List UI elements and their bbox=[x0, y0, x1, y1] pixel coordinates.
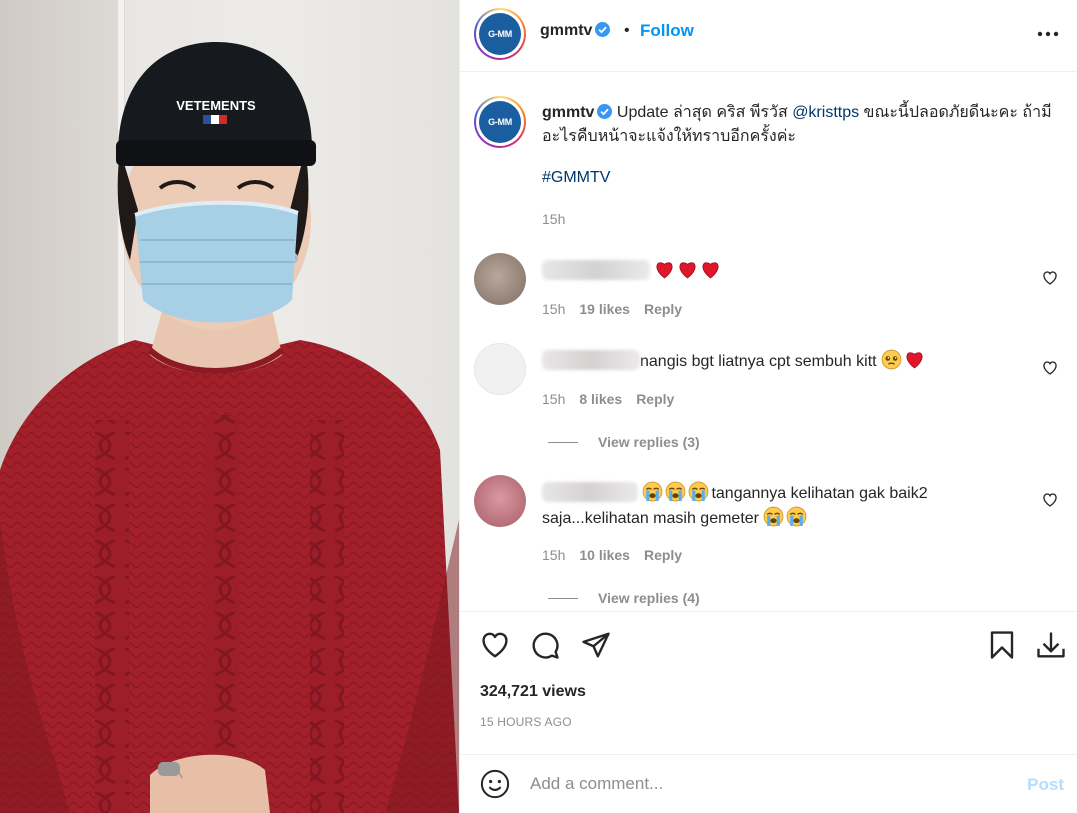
svg-text:VETEMENTS: VETEMENTS bbox=[176, 98, 256, 113]
comment-avatar[interactable] bbox=[474, 343, 526, 395]
comment-username-blurred[interactable] bbox=[542, 482, 638, 502]
post-comment-button[interactable]: Post bbox=[1027, 775, 1064, 795]
comment-username-blurred[interactable] bbox=[542, 350, 640, 370]
comment-likes[interactable]: 10 likes bbox=[579, 547, 630, 563]
like-heart-icon[interactable] bbox=[480, 630, 510, 660]
view-replies-label[interactable]: View replies (4) bbox=[598, 590, 700, 606]
view-count[interactable]: 324,721 views bbox=[480, 683, 586, 701]
crying-face-emoji-icon bbox=[764, 506, 784, 527]
hashtag-link[interactable]: #GMMTV bbox=[542, 169, 610, 187]
comment-username-blurred[interactable] bbox=[542, 260, 650, 280]
caption-text: gmmtv Update ล่าสุด คริส พีรวัส @kristtp… bbox=[542, 101, 1062, 149]
verified-badge-icon bbox=[597, 104, 613, 119]
more-options-icon[interactable] bbox=[1036, 24, 1060, 44]
reply-button[interactable]: Reply bbox=[636, 391, 674, 407]
caption-time[interactable]: 15h bbox=[542, 211, 565, 227]
heart-emoji-icon bbox=[680, 262, 696, 279]
view-replies-button[interactable]: View replies (3) bbox=[548, 434, 700, 450]
caption-body: Update ล่าสุด คริส พีรวัส bbox=[616, 104, 793, 121]
caption-username[interactable]: gmmtv bbox=[542, 104, 594, 121]
follow-button[interactable]: Follow bbox=[640, 21, 694, 41]
crying-face-emoji-icon bbox=[643, 481, 663, 502]
caption-avatar[interactable]: G-MM bbox=[474, 96, 526, 148]
replies-divider bbox=[548, 597, 578, 599]
post-media[interactable]: VETEMENTS bbox=[0, 0, 459, 813]
avatar[interactable]: G-MM bbox=[474, 8, 526, 60]
comment-likes[interactable]: 19 likes bbox=[579, 301, 630, 317]
gmmtv-logo: G-MM bbox=[479, 101, 521, 143]
comment-time[interactable]: 15h bbox=[542, 547, 565, 563]
save-bookmark-icon[interactable] bbox=[987, 630, 1017, 660]
comment-avatar[interactable] bbox=[474, 253, 526, 305]
emoji-picker-icon[interactable] bbox=[480, 769, 510, 799]
post-timestamp[interactable]: 15 HOURS AGO bbox=[480, 715, 572, 729]
header-username-group[interactable]: gmmtv bbox=[540, 22, 611, 40]
comment-likes[interactable]: 8 likes bbox=[579, 391, 622, 407]
comment-bubble-icon[interactable] bbox=[530, 630, 560, 660]
comment-time[interactable]: 15h bbox=[542, 391, 565, 407]
heart-emoji-icon bbox=[657, 262, 673, 279]
post-sidebar: G-MM gmmtv • Follow G-MM gmmtv Update ล่… bbox=[459, 0, 1077, 813]
comment-text-continued: saja...kelihatan masih gemeter bbox=[542, 510, 759, 527]
heart-emoji-icon bbox=[703, 262, 719, 279]
replies-divider bbox=[548, 441, 578, 443]
comments-list[interactable]: G-MM gmmtv Update ล่าสุด คริส พีรวัส @kr… bbox=[460, 73, 1077, 611]
pleading-face-emoji-icon bbox=[881, 349, 902, 370]
view-replies-label[interactable]: View replies (3) bbox=[598, 434, 700, 450]
post-actions: 324,721 views 15 HOURS AGO bbox=[460, 611, 1077, 754]
crying-face-emoji-icon bbox=[787, 506, 807, 527]
crying-face-emoji-icon bbox=[689, 481, 709, 502]
comment-meta: 15h 19 likes Reply bbox=[542, 301, 682, 317]
like-comment-heart-icon[interactable] bbox=[1042, 360, 1058, 376]
post-header: G-MM gmmtv • Follow bbox=[460, 0, 1077, 72]
person-figure: VETEMENTS bbox=[0, 42, 459, 813]
reply-button[interactable]: Reply bbox=[644, 547, 682, 563]
gmmtv-logo: G-MM bbox=[479, 13, 521, 55]
crying-face-emoji-icon bbox=[666, 481, 686, 502]
heart-emoji-icon bbox=[906, 352, 923, 369]
comment-text: nangis bgt liatnya cpt sembuh kitt bbox=[640, 353, 877, 370]
like-comment-heart-icon[interactable] bbox=[1042, 492, 1058, 508]
comment-body: nangis bgt liatnya cpt sembuh kitt bbox=[542, 349, 1012, 374]
comment-body: tangannya kelihatan gak baik2 saja...kel… bbox=[542, 481, 1012, 531]
comment-time[interactable]: 15h bbox=[542, 301, 565, 317]
verified-badge-icon bbox=[595, 22, 611, 37]
caption-mention-link[interactable]: @kristtps bbox=[792, 104, 859, 121]
download-icon[interactable] bbox=[1036, 630, 1066, 660]
username[interactable]: gmmtv bbox=[540, 22, 592, 39]
comment-meta: 15h 10 likes Reply bbox=[542, 547, 682, 563]
comment-input[interactable] bbox=[530, 771, 980, 797]
add-comment-bar: Post bbox=[460, 754, 1077, 813]
view-replies-button[interactable]: View replies (4) bbox=[548, 590, 700, 606]
like-comment-heart-icon[interactable] bbox=[1042, 270, 1058, 286]
comment-avatar[interactable] bbox=[474, 475, 526, 527]
share-paper-plane-icon[interactable] bbox=[581, 630, 611, 660]
comment-text: tangannya kelihatan gak baik2 bbox=[711, 485, 928, 502]
comment-meta: 15h 8 likes Reply bbox=[542, 391, 674, 407]
separator-dot: • bbox=[624, 22, 630, 39]
comment-body bbox=[542, 259, 1012, 284]
reply-button[interactable]: Reply bbox=[644, 301, 682, 317]
